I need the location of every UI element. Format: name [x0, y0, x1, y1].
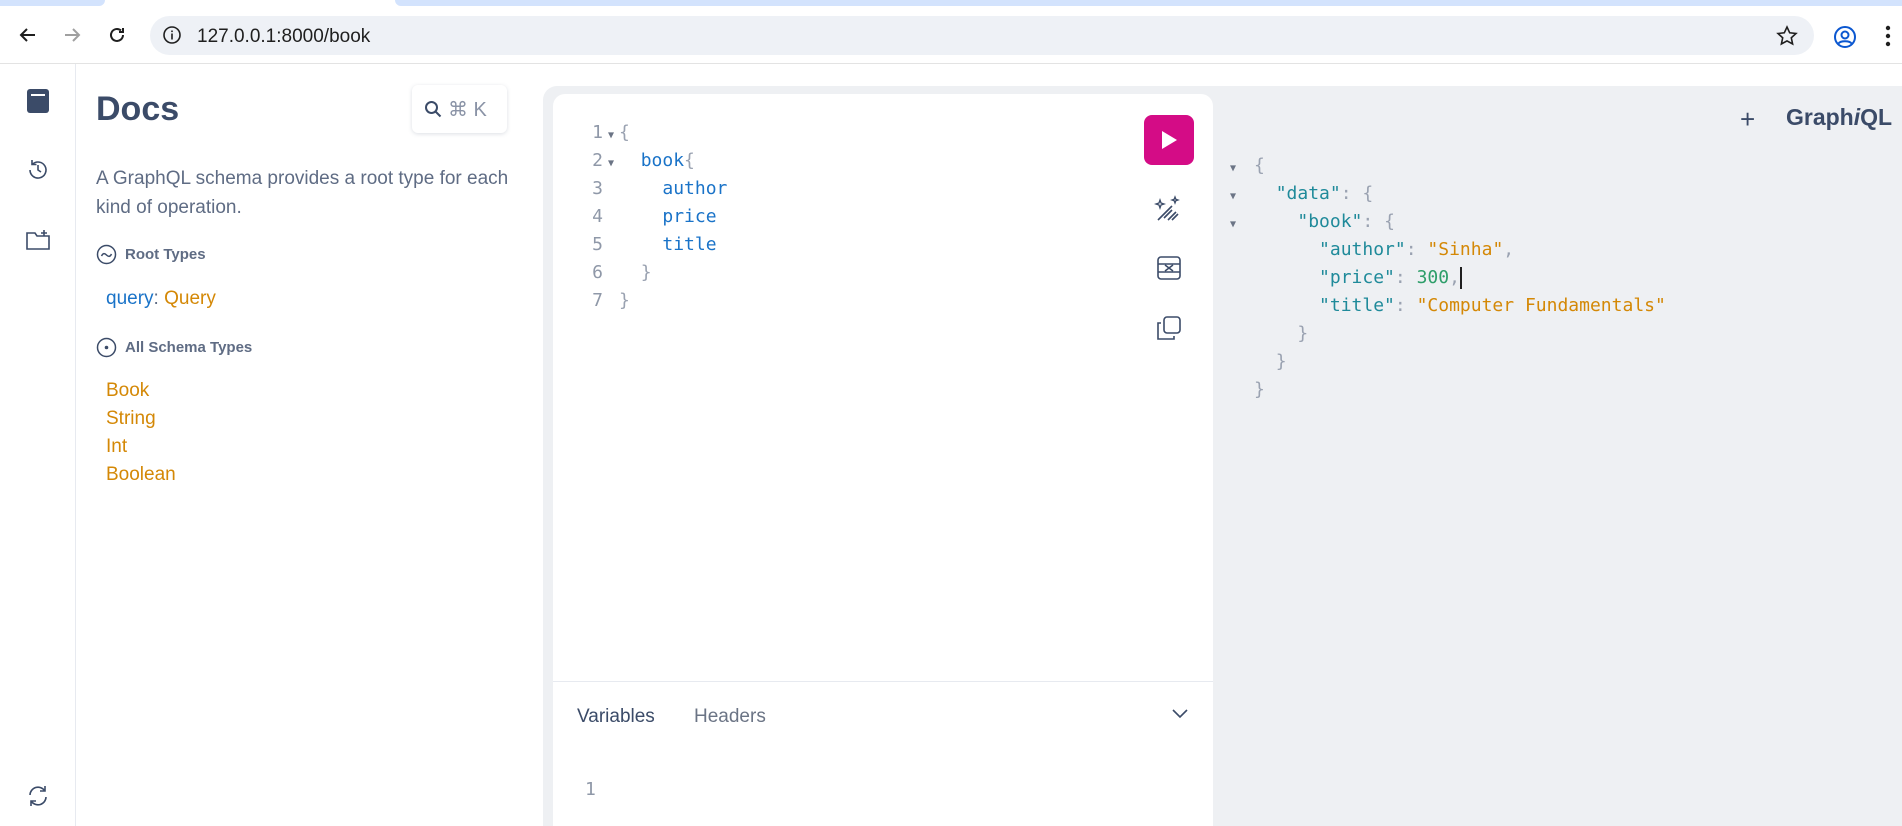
reload-icon: [110, 27, 124, 42]
docs-title: Docs: [96, 90, 180, 128]
result-line: "title": "Computer Fundamentals": [1319, 295, 1666, 316]
result-line: ▼ "data": {: [1230, 180, 1666, 208]
refresh-icon: [29, 786, 47, 806]
merge-icon: [1157, 256, 1181, 280]
query-code[interactable]: 1 ▼{ 2 ▼ book{ 3 author 4 price 5 title 6 …: [563, 119, 727, 315]
copy-icon: [1157, 316, 1181, 340]
text-cursor: [1459, 267, 1462, 289]
root-types-heading: Root Types: [96, 244, 206, 265]
merge-fragments-button[interactable]: [1154, 253, 1184, 283]
result-line: ▼ "book": {: [1230, 208, 1666, 236]
result-viewer[interactable]: ▼{ ▼ "data": { ▼ "book": { "author": "Si…: [1230, 152, 1666, 404]
code-line-1[interactable]: 1 ▼{: [563, 119, 727, 147]
fold-arrow-icon[interactable]: ▼: [603, 150, 619, 178]
type-link-string[interactable]: String: [106, 408, 156, 430]
graphiql-logo: GraphiQL: [1786, 104, 1893, 130]
magic-wand-icon: [1154, 195, 1180, 221]
result-line: "author": "Sinha",: [1319, 239, 1515, 260]
execute-query-button[interactable]: [1144, 115, 1194, 165]
result-line: "price": 300,: [1319, 267, 1462, 289]
browser-menu-icon[interactable]: [1885, 25, 1891, 52]
docs-explorer-button[interactable]: [24, 87, 52, 115]
prettify-button[interactable]: [1154, 194, 1184, 224]
type-link-boolean[interactable]: Boolean: [106, 464, 176, 486]
profile-icon[interactable]: [1833, 25, 1857, 54]
search-icon: [425, 101, 442, 118]
root-query-field[interactable]: query: Query: [106, 288, 216, 310]
search-shortcut: ⌘ K: [448, 98, 487, 121]
site-info-icon[interactable]: [162, 25, 182, 50]
all-schema-types-heading: All Schema Types: [96, 337, 252, 358]
variables-line-number: 1: [585, 779, 596, 800]
reload-button[interactable]: [103, 21, 131, 49]
code-line-5[interactable]: 5 title: [563, 231, 727, 259]
arrow-right-icon: [65, 28, 81, 42]
result-line: }: [1254, 379, 1265, 400]
code-line-2[interactable]: 2 ▼ book{: [563, 147, 727, 175]
back-button[interactable]: [14, 21, 42, 49]
type-link-book[interactable]: Book: [106, 380, 149, 402]
editor-tools-divider: [553, 681, 1213, 682]
fold-arrow-icon[interactable]: ▼: [1230, 183, 1254, 211]
add-tab-button[interactable]: +: [1740, 104, 1755, 135]
schema-description: A GraphQL schema provides a root type fo…: [96, 168, 509, 218]
arrow-left-icon: [19, 28, 35, 42]
refetch-schema-button[interactable]: [24, 782, 52, 810]
root-types-icon: [96, 244, 117, 265]
url-text[interactable]: 127.0.0.1:8000/book: [197, 26, 370, 48]
result-line: }: [1275, 351, 1287, 372]
address-bar[interactable]: 127.0.0.1:8000/book: [150, 16, 1814, 55]
query-type-link[interactable]: Query: [164, 288, 216, 309]
code-line-3[interactable]: 3 author: [563, 175, 727, 203]
history-icon: [29, 160, 47, 179]
browser-toolbar: 127.0.0.1:8000/book: [0, 6, 1902, 64]
root-types-label: Root Types: [125, 246, 206, 263]
docs-search-button[interactable]: ⌘ K: [412, 85, 507, 133]
bookmark-star-icon[interactable]: [1776, 25, 1798, 52]
type-link-int[interactable]: Int: [106, 436, 127, 458]
code-line-7[interactable]: 7}: [563, 287, 727, 315]
book-icon: [27, 89, 49, 113]
result-line: ▼{: [1230, 152, 1666, 180]
variables-tab[interactable]: Variables: [577, 706, 655, 728]
all-types-icon: [96, 337, 117, 358]
result-line: }: [1297, 323, 1309, 344]
headers-tab[interactable]: Headers: [694, 706, 766, 728]
fold-arrow-icon[interactable]: ▼: [603, 122, 619, 150]
code-line-6[interactable]: 6 }: [563, 259, 727, 287]
query-field-name[interactable]: query: [106, 288, 154, 309]
docs-explorer: Docs ⌘ K A GraphQL schema provides a roo…: [77, 64, 537, 826]
folder-plus-icon: [26, 230, 50, 250]
fold-arrow-icon[interactable]: ▼: [1230, 155, 1254, 183]
history-button[interactable]: [24, 156, 52, 184]
play-icon: [1162, 131, 1177, 149]
chevron-down-icon: [1172, 709, 1188, 719]
collections-button[interactable]: [24, 226, 52, 254]
forward-button[interactable]: [58, 21, 86, 49]
all-types-label: All Schema Types: [125, 339, 253, 356]
copy-query-button[interactable]: [1154, 313, 1184, 343]
sidebar-rail: [0, 64, 76, 826]
toggle-editor-tools-button[interactable]: [1170, 707, 1190, 725]
fold-arrow-icon[interactable]: ▼: [1230, 211, 1254, 239]
code-line-4[interactable]: 4 price: [563, 203, 727, 231]
